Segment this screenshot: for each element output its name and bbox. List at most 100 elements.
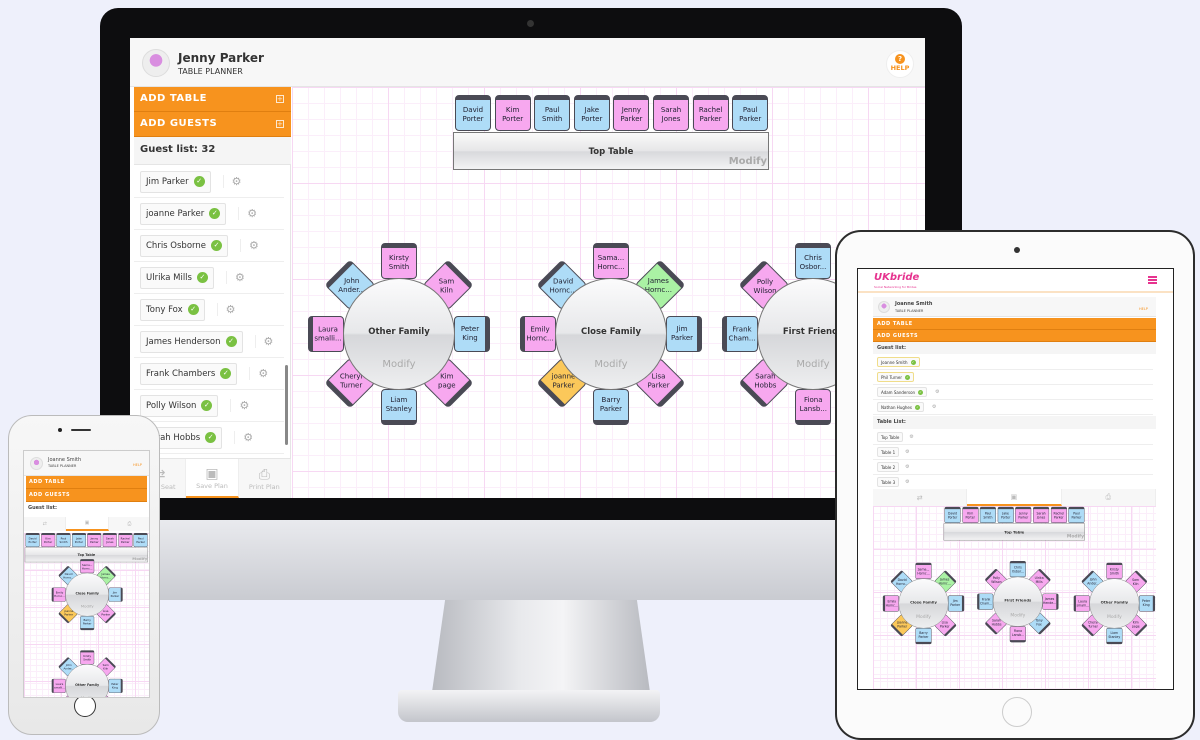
modify-link[interactable]: Modify	[1067, 534, 1084, 539]
ukbride-logo[interactable]: UKbride	[874, 272, 919, 283]
seat[interactable]: Sarah Jones	[1033, 506, 1050, 523]
modify-link[interactable]: Modify	[556, 359, 666, 370]
seat[interactable]: Jenny Parker	[1015, 506, 1032, 523]
seat[interactable]: Barry Parker	[593, 389, 629, 425]
guest-chip[interactable]: Tony Fox ✓	[140, 298, 205, 321]
help-button[interactable]: HELP	[1139, 307, 1148, 311]
seat[interactable]: Laura smalli...	[1073, 595, 1090, 612]
seat[interactable]: Kirsty Smith	[80, 650, 95, 665]
save-plan-button[interactable]: ▣	[967, 489, 1062, 506]
seat[interactable]: Peter King	[1138, 595, 1156, 612]
gear-icon[interactable]: ⚙	[909, 434, 913, 440]
modify-link[interactable]: Modify	[344, 359, 454, 370]
home-button[interactable]	[74, 695, 96, 717]
hamburger-menu-icon[interactable]	[1148, 276, 1157, 284]
help-button[interactable]: ? HELP	[886, 50, 914, 78]
seat[interactable]: David Porter	[25, 533, 40, 548]
seat[interactable]: Frank Cham...	[722, 316, 758, 352]
guest-chip[interactable]: Ulrika Mills ✓	[140, 266, 214, 289]
gear-icon[interactable]: ⚙	[935, 389, 939, 395]
gear-icon[interactable]: ⚙	[905, 449, 909, 455]
seat[interactable]: Paul Parker	[732, 95, 769, 131]
guest-chip[interactable]: Phil Turner ✓	[877, 372, 915, 382]
add-table-button[interactable]: ADD TABLE	[26, 476, 147, 489]
seat[interactable]: Jenny Parker	[87, 533, 102, 548]
table-chip[interactable]: Table 1	[877, 447, 900, 457]
seat[interactable]: Fiona Lansb...	[795, 389, 831, 425]
seat[interactable]: Fiona Lansb...	[1009, 626, 1026, 643]
seat[interactable]: Paul Parker	[133, 533, 148, 548]
seat[interactable]: Sama... Hornc...	[80, 559, 95, 574]
seat[interactable]: Sarah Jones	[653, 95, 689, 131]
gear-icon[interactable]: ⚙	[225, 271, 245, 284]
modify-link[interactable]: Modify	[66, 696, 109, 697]
seat[interactable]: Jenny Parker	[613, 95, 650, 131]
seat[interactable]: Kirsty Smith	[1106, 562, 1123, 579]
guest-chip[interactable]: Polly Wilson ✓	[140, 394, 219, 417]
seat[interactable]: James Hende...	[1042, 593, 1059, 610]
table-chip[interactable]: Table 3	[877, 477, 900, 487]
seat[interactable]: Rachel Parker	[692, 95, 729, 131]
gear-icon[interactable]: ⚙	[216, 303, 236, 316]
guest-chip[interactable]: James Henderson ✓	[140, 330, 243, 353]
gear-icon[interactable]: ⚙	[240, 239, 259, 252]
seat[interactable]: Sama... Hornc...	[915, 562, 932, 579]
seat[interactable]: Chris Osbor...	[795, 243, 831, 279]
seat[interactable]: Sama... Hornc...	[593, 243, 629, 279]
seat[interactable]: Barry Parker	[80, 616, 95, 631]
table-chip[interactable]: Top Table	[877, 432, 904, 442]
seat[interactable]: Emily Hornc...	[882, 595, 899, 612]
round-table[interactable]: Other Family Modify	[343, 278, 455, 390]
add-table-button[interactable]: ADD TABLE +	[134, 87, 291, 112]
seat[interactable]: Paul Smith	[56, 533, 71, 548]
guest-chip[interactable]: Chris Osborne ✓	[140, 234, 228, 257]
seating-canvas[interactable]: David Porter Kim Porter Paul Smith Jake Por…	[873, 506, 1156, 689]
print-plan-button[interactable]: ⎙	[1061, 489, 1156, 506]
add-guests-button[interactable]: ADD GUESTS	[873, 330, 1156, 342]
print-plan-button[interactable]: ⎙	[108, 517, 149, 531]
gear-icon[interactable]: ⚙	[234, 431, 253, 444]
seat[interactable]: Paul Smith	[534, 95, 571, 131]
seat[interactable]: Laura smalli...	[51, 678, 66, 693]
top-table[interactable]: Top Table Modify	[943, 523, 1085, 541]
seat[interactable]: Paul Parker	[1068, 506, 1085, 523]
seat[interactable]: Jake Porter	[71, 533, 86, 548]
guest-chip[interactable]: Joanne Smith ✓	[877, 357, 920, 367]
seating-canvas[interactable]: David Porter Kim Porter Paul Smith Jake Por…	[24, 533, 149, 697]
seat[interactable]: David Porter	[455, 95, 491, 131]
modify-link[interactable]: Modify	[1090, 615, 1139, 620]
guest-chip[interactable]: Adam Sanderson ✓	[877, 387, 928, 397]
seat[interactable]: Peter King	[454, 316, 490, 352]
auto-seat-button[interactable]: ⇄	[24, 517, 67, 531]
seat[interactable]: Kim Porter	[962, 506, 979, 523]
help-button[interactable]: HELP	[133, 463, 142, 467]
seat[interactable]: Liam Stanley	[1106, 628, 1123, 645]
seat[interactable]: Kirsty Smith	[381, 243, 417, 279]
seat[interactable]: Rachel Parker	[118, 533, 133, 548]
print-plan-button[interactable]: ⎙ Print Plan	[238, 459, 291, 498]
seat[interactable]: Emily Hornc...	[520, 316, 556, 352]
seat[interactable]: David Porter	[944, 506, 961, 523]
seat[interactable]: Chris Osbor...	[1009, 560, 1026, 578]
table-chip[interactable]: Table 2	[877, 462, 900, 472]
seat[interactable]: Kim Porter	[41, 533, 56, 548]
modify-link[interactable]: Modify	[132, 557, 147, 561]
guest-list-scrollbar[interactable]	[285, 365, 288, 445]
top-table[interactable]: Top Table Modify	[453, 132, 769, 170]
round-table[interactable]: Close Family Modify	[65, 572, 110, 617]
guest-chip[interactable]: Jim Parker ✓	[140, 170, 211, 193]
seat[interactable]: Kim Porter	[494, 95, 531, 131]
seat[interactable]: Jim Parker	[948, 595, 965, 612]
gear-icon[interactable]: ⚙	[905, 479, 909, 485]
seat[interactable]: Jake Porter	[997, 506, 1014, 523]
gear-icon[interactable]: ⚙	[230, 399, 249, 412]
guest-chip[interactable]: joanne Parker ✓	[140, 202, 227, 225]
add-table-button[interactable]: ADD TABLE	[873, 318, 1156, 330]
seat[interactable]: Paul Smith	[979, 506, 997, 523]
seat[interactable]: Frank Cham...	[977, 593, 994, 610]
gear-icon[interactable]: ⚙	[905, 464, 909, 470]
save-plan-button[interactable]: ▣ Save Plan	[186, 459, 239, 498]
seating-canvas[interactable]: David Porter Kim Porter Paul Smith Jake Por…	[292, 87, 925, 498]
seat[interactable]: Peter King	[108, 678, 123, 693]
seat[interactable]: Liam Stanley	[381, 389, 417, 425]
